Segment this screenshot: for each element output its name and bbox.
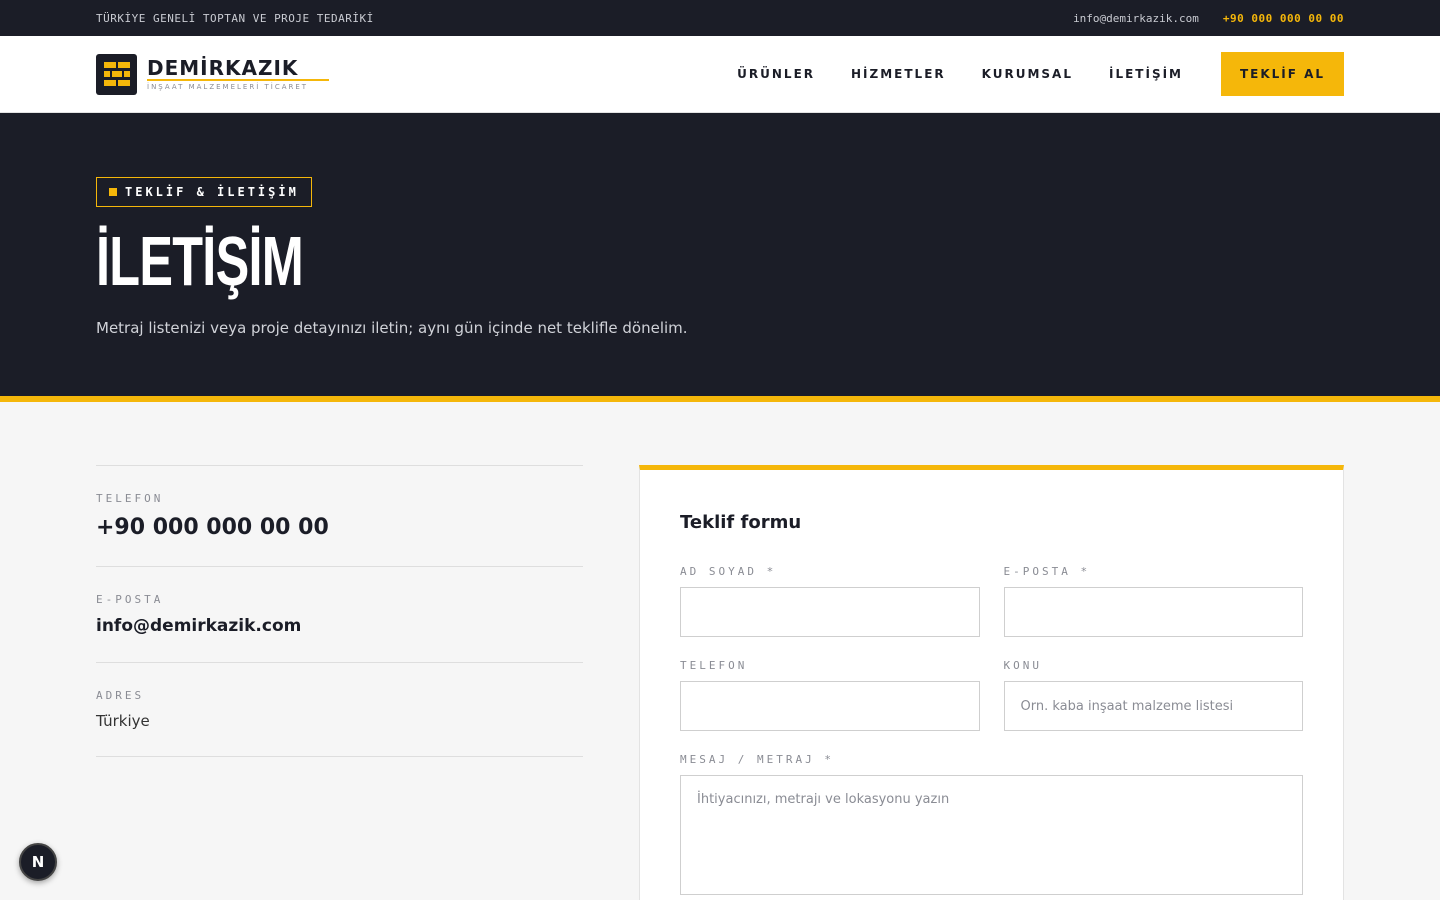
message-field-group: MESAJ / METRAJ * <box>680 753 1303 900</box>
brand-text: DEMİRKAZIK İNŞAAT MALZEMELERİ TİCARET <box>147 57 329 91</box>
brand-name: DEMİRKAZIK <box>147 57 329 81</box>
hero-subtitle: Metraj listenizi veya proje detayınızı i… <box>96 319 688 337</box>
email-field-label: E-POSTA * <box>1003 565 1091 578</box>
name-input[interactable] <box>680 587 980 637</box>
page-title: İLETİŞİM <box>96 222 304 300</box>
top-bar-tagline: TÜRKİYE GENELİ TOPTAN VE PROJE TEDARİKİ <box>96 11 374 25</box>
hero-badge: TEKLİF & İLETİŞİM <box>96 177 312 207</box>
contact-info-address: ADRES Türkiye <box>96 662 583 757</box>
badge-square-icon <box>109 188 117 196</box>
subject-input[interactable] <box>1003 681 1303 731</box>
nextjs-logo-icon[interactable]: N <box>19 843 57 881</box>
brand-subtitle: İNŞAAT MALZEMELERİ TİCARET <box>147 83 309 91</box>
top-bar-email-link[interactable]: info@demirkazik.com <box>1073 12 1199 25</box>
email-value[interactable]: info@demirkazik.com <box>96 616 583 636</box>
form-row-1: AD SOYAD * E-POSTA * <box>680 565 1303 637</box>
form-row-2: TELEFON KONU <box>680 659 1303 731</box>
phone-value[interactable]: +90 000 000 00 00 <box>96 515 583 540</box>
phone-input[interactable] <box>680 681 980 731</box>
name-label: AD SOYAD * <box>680 565 777 578</box>
main-nav: ÜRÜNLER HİZMETLER KURUMSAL İLETİŞİM TEKL… <box>737 52 1344 96</box>
main-content: TELEFON +90 000 000 00 00 E-POSTA info@d… <box>0 402 1440 900</box>
contact-info-email: E-POSTA info@demirkazik.com <box>96 566 583 662</box>
phone-field-group: TELEFON <box>680 659 980 731</box>
name-field-group: AD SOYAD * <box>680 565 980 637</box>
nav-item-urunler[interactable]: ÜRÜNLER <box>737 67 815 81</box>
message-textarea[interactable] <box>680 775 1303 895</box>
nav-item-iletisim[interactable]: İLETİŞİM <box>1109 67 1183 81</box>
top-bar-contacts: info@demirkazik.com +90 000 000 00 00 <box>1073 12 1344 25</box>
nav-item-kurumsal[interactable]: KURUMSAL <box>982 67 1073 81</box>
email-input[interactable] <box>1003 587 1303 637</box>
contact-info-phone: TELEFON +90 000 000 00 00 <box>96 465 583 566</box>
get-quote-button[interactable]: TEKLİF AL <box>1221 52 1344 96</box>
contact-info-list: TELEFON +90 000 000 00 00 E-POSTA info@d… <box>96 465 583 900</box>
form-title: Teklif formu <box>680 512 802 533</box>
email-field-group: E-POSTA * <box>1003 565 1303 637</box>
nav-item-hizmetler[interactable]: HİZMETLER <box>851 67 946 81</box>
phone-field-label: TELEFON <box>680 659 748 672</box>
email-label: E-POSTA <box>96 593 164 606</box>
message-label: MESAJ / METRAJ * <box>680 753 834 766</box>
subject-field-group: KONU <box>1003 659 1303 731</box>
phone-label: TELEFON <box>96 492 164 505</box>
hero-section: TEKLİF & İLETİŞİM İLETİŞİM Metraj listen… <box>0 113 1440 402</box>
quote-form: Teklif formu AD SOYAD * E-POSTA * TELEFO… <box>639 465 1344 900</box>
brand-logo-link[interactable]: DEMİRKAZIK İNŞAAT MALZEMELERİ TİCARET <box>96 53 329 95</box>
hero-badge-label: TEKLİF & İLETİŞİM <box>125 185 299 199</box>
subject-label: KONU <box>1003 659 1042 672</box>
top-bar: TÜRKİYE GENELİ TOPTAN VE PROJE TEDARİKİ … <box>0 0 1440 36</box>
site-header: DEMİRKAZIK İNŞAAT MALZEMELERİ TİCARET ÜR… <box>0 36 1440 113</box>
brick-wall-icon <box>96 53 137 95</box>
top-bar-phone-link[interactable]: +90 000 000 00 00 <box>1223 12 1344 25</box>
address-value: Türkiye <box>96 712 150 730</box>
address-label: ADRES <box>96 689 145 702</box>
